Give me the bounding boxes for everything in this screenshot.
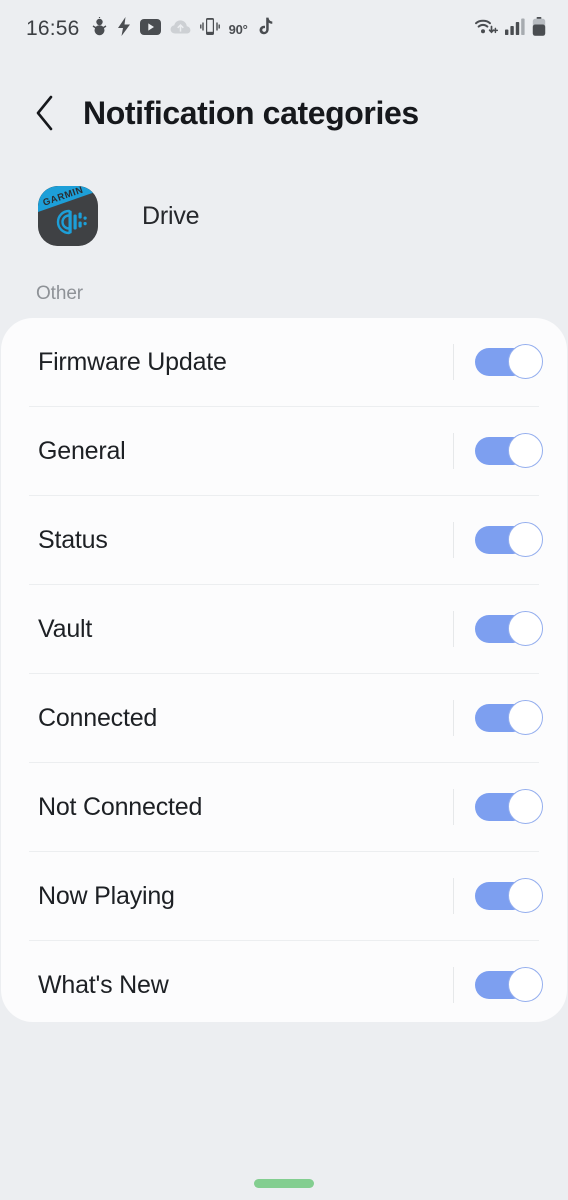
vertical-separator [453,522,454,558]
status-clock: 16:56 [26,17,80,40]
row-not-connected[interactable]: Not Connected [1,763,567,851]
row-connected[interactable]: Connected [1,674,567,762]
vertical-separator [453,789,454,825]
vertical-separator [453,967,454,1003]
vertical-separator [453,344,454,380]
toggle-thumb [508,611,543,646]
toggle-now-playing[interactable] [475,878,543,914]
row-general[interactable]: General [1,407,567,495]
row-status[interactable]: Status [1,496,567,584]
row-control [453,789,567,825]
toggle-thumb [508,700,543,735]
row-control [453,967,567,1003]
row-label: General [38,436,126,465]
row-now-playing[interactable]: Now Playing [1,852,567,940]
home-gesture-bar[interactable] [254,1179,314,1188]
temperature-text: 90° [228,21,248,37]
page-title: Notification categories [83,94,419,131]
section-header-other: Other [36,283,84,304]
cloud-upload-icon [170,19,191,40]
row-control [453,878,567,914]
back-button[interactable] [34,92,68,134]
app-bar: Notification categories [0,58,568,168]
tiktok-note-icon [257,17,273,41]
garmin-drive-app-icon: GARMIN [38,186,98,246]
battery-icon [532,17,546,41]
toggle-thumb [508,522,543,557]
row-firmware-update[interactable]: Firmware Update [1,318,567,406]
vertical-separator [453,611,454,647]
row-label: Firmware Update [38,347,227,376]
row-control [453,522,567,558]
toggle-connected[interactable] [475,700,543,736]
row-label: What's New [38,970,169,999]
wifi-download-icon [474,17,499,41]
row-control [453,433,567,469]
toggle-vault[interactable] [475,611,543,647]
row-label: Connected [38,703,158,732]
status-bar: 16:56 90° [0,0,568,58]
toggle-thumb [508,878,543,913]
chevron-left-icon [36,95,53,131]
lightning-bolt-icon [117,17,131,41]
status-bar-left: 16:56 90° [26,17,273,41]
phone-screen: 16:56 90° Notification categories GARMIN… [0,0,568,1200]
toggle-thumb [508,433,543,468]
app-name: Drive [142,201,200,230]
youtube-icon [139,18,161,40]
row-label: Status [38,525,108,554]
row-vault[interactable]: Vault [1,585,567,673]
row-label: Now Playing [38,881,175,910]
notification-categories-card: Firmware Update General Status Vault Con… [1,318,567,1022]
toggle-status[interactable] [475,522,543,558]
row-label: Not Connected [38,792,203,821]
toggle-not-connected[interactable] [475,789,543,825]
toggle-thumb [508,789,543,824]
signal-bars-icon [505,18,525,40]
toggle-firmware-update[interactable] [475,344,543,380]
toggle-thumb [508,967,543,1002]
vertical-separator [453,878,454,914]
status-bar-right [474,17,546,41]
toggle-whats-new[interactable] [475,967,543,1003]
toggle-thumb [508,344,543,379]
vertical-separator [453,700,454,736]
row-label: Vault [38,614,93,643]
phone-vibrate-icon [199,17,220,41]
vertical-separator [453,433,454,469]
snowman-icon [91,17,108,41]
app-header-row: GARMIN Drive [0,178,568,254]
toggle-general[interactable] [475,433,543,469]
row-whats-new[interactable]: What's New [1,941,567,1022]
row-control [453,611,567,647]
row-control [453,344,567,380]
row-control [453,700,567,736]
